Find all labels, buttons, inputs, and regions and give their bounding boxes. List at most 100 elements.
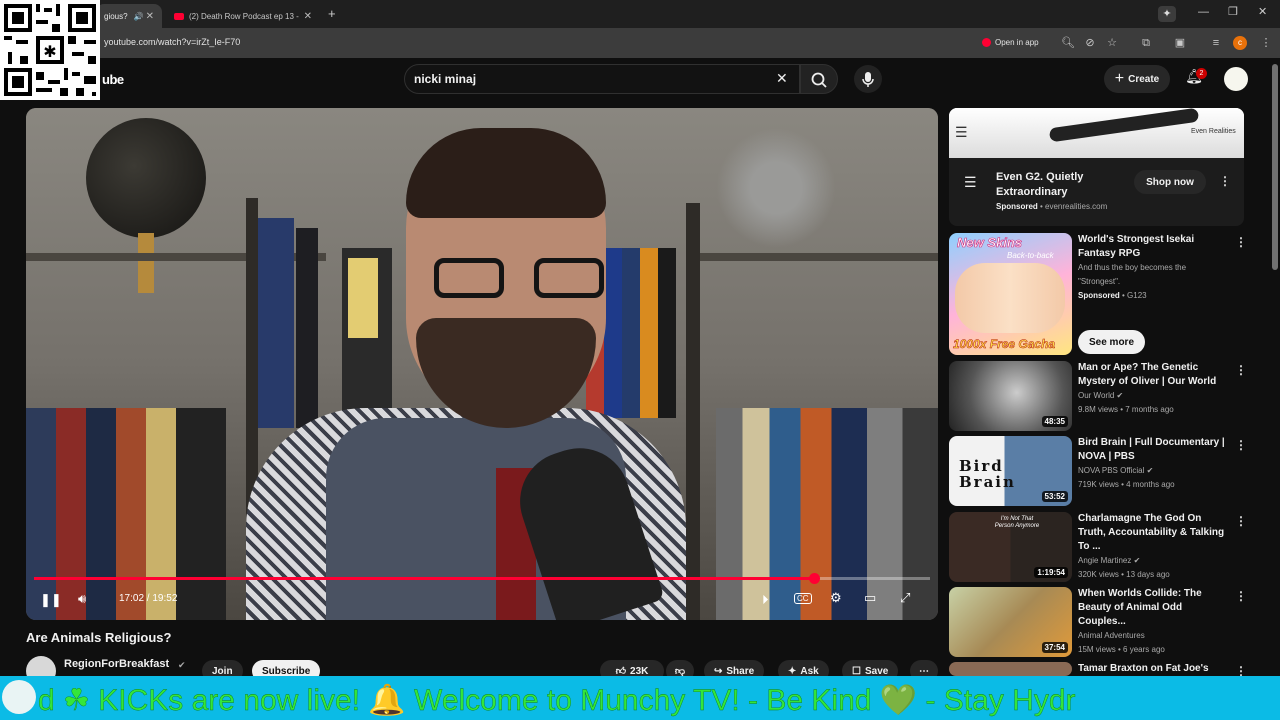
user-avatar[interactable] xyxy=(1224,67,1248,91)
sidepanel-icon[interactable]: ▣ xyxy=(1172,35,1188,51)
pause-icon[interactable]: ❚❚ xyxy=(40,592,62,608)
promo-title: World's Strongest Isekai Fantasy RPG xyxy=(1078,234,1195,259)
minimize-icon[interactable]: — xyxy=(1198,6,1209,18)
video-thumbnail: Bird Brain 53:52 xyxy=(949,436,1072,506)
see-more-button[interactable]: See more xyxy=(1078,330,1145,354)
shop-now-button[interactable]: Shop now xyxy=(1134,170,1206,194)
video-progress-bar[interactable] xyxy=(34,573,930,584)
duration-badge: 53:52 xyxy=(1041,491,1068,502)
volume-icon[interactable]: 🔊︎ xyxy=(78,591,86,607)
promo-advertiser: G123 xyxy=(1127,291,1147,300)
autoplay-toggle-icon[interactable]: ⏵ xyxy=(762,592,769,608)
list-item[interactable]: Bird Brain 53:52 Bird Brain | Full Docum… xyxy=(949,436,1249,506)
search-button[interactable] xyxy=(800,64,838,94)
glasses-right xyxy=(534,258,604,298)
video-item-meta: 15M views • 6 years ago xyxy=(1078,645,1165,654)
close-tab-icon[interactable]: ✕ xyxy=(146,11,154,22)
video-info: Man or Ape? The Genetic Mystery of Olive… xyxy=(1078,361,1230,417)
progress-scrubber[interactable] xyxy=(808,573,820,584)
media-icon[interactable]: ≡ xyxy=(1208,35,1224,51)
glasses-left xyxy=(434,258,504,298)
sparkle-icon[interactable]: ✦ xyxy=(1158,6,1176,22)
voice-search-button[interactable] xyxy=(854,65,882,93)
settings-gear-icon[interactable]: ⚙ xyxy=(830,590,842,606)
restore-icon[interactable]: ❐ xyxy=(1228,5,1238,18)
sparkle-icon: ✦ xyxy=(788,665,797,677)
promo-text: World's Strongest Isekai Fantasy RPG And… xyxy=(1078,233,1230,303)
microphone-icon xyxy=(862,72,874,87)
shelf-post xyxy=(686,203,700,620)
video-item-title: Man or Ape? The Genetic Mystery of Olive… xyxy=(1078,362,1217,387)
save-icon: ☐ xyxy=(852,665,861,677)
thumb-quote-text: I'm Not That Person Anymore xyxy=(994,516,1040,529)
open-in-app-label: Open in app xyxy=(995,38,1039,47)
duration-badge: 1:19:54 xyxy=(1034,567,1068,578)
plus-icon: + xyxy=(1114,70,1125,87)
kebab-icon[interactable]: ⋮ xyxy=(1235,589,1247,603)
thumb-title-text: Bird Brain xyxy=(959,457,1016,491)
promo-thumb-subtext: Back-to-back xyxy=(1007,251,1054,260)
video-info: Bird Brain | Full Documentary | NOVA | P… xyxy=(1078,436,1230,492)
video-item-title: Charlamagne The God On Truth, Accountabi… xyxy=(1078,513,1225,552)
captions-icon[interactable]: CC xyxy=(794,593,812,604)
youtube-favicon-icon xyxy=(174,12,184,20)
ad-logo-icon: ☰ xyxy=(964,174,977,190)
list-item[interactable]: I'm Not That Person Anymore 1:19:54 Char… xyxy=(949,512,1249,582)
sponsored-label: Sponsored xyxy=(996,202,1038,211)
promo-characters xyxy=(955,263,1065,333)
scrollbar[interactable] xyxy=(1272,64,1278,270)
channel-name[interactable]: RegionForBreakfast xyxy=(64,658,169,670)
kebab-icon[interactable]: ⋮ xyxy=(1235,514,1247,528)
video-thumbnail: I'm Not That Person Anymore 1:19:54 xyxy=(949,512,1072,582)
tab-title: (2) Death Row Podcast ep 13 - xyxy=(189,11,299,21)
youtube-logo[interactable]: ube xyxy=(102,72,124,87)
browser-tab-active[interactable]: gious? 🔊 ✕ xyxy=(96,4,162,28)
address-bar: youtube.com/watch?v=irZt_Ie-F70 🔍︎ ⊘ ☆ ⧉… xyxy=(0,28,1280,58)
globe xyxy=(86,118,206,238)
theater-mode-icon[interactable]: ▭ xyxy=(864,590,876,606)
promo-item[interactable]: New Skins Back-to-back 1000x Free Gacha … xyxy=(949,233,1249,355)
youtube-icon xyxy=(982,38,991,47)
open-in-app-button[interactable]: Open in app xyxy=(982,35,1039,50)
video-item-meta: 9.8M views • 7 months ago xyxy=(1078,405,1174,414)
globe-stand xyxy=(138,233,154,293)
ad-logo-icon: ☰ xyxy=(955,124,968,140)
browser-tab[interactable]: (2) Death Row Podcast ep 13 - ✕ xyxy=(166,4,320,28)
video-thumbnail xyxy=(949,662,1072,676)
create-button[interactable]: + Create xyxy=(1104,65,1170,93)
profile-avatar[interactable]: c xyxy=(1233,36,1247,50)
book xyxy=(296,228,318,428)
menu-kebab-icon[interactable]: ⋮ xyxy=(1258,35,1274,51)
list-item[interactable]: Tamar Braxton on Fat Joe's ⋮ xyxy=(949,662,1249,676)
plus-icon[interactable]: + xyxy=(328,6,336,21)
star-icon[interactable]: ☆ xyxy=(1104,35,1120,51)
video-title: Are Animals Religious? xyxy=(26,630,172,645)
streamer-avatar xyxy=(2,680,36,714)
duration-badge: 48:35 xyxy=(1041,416,1068,427)
svg-text:✱: ✱ xyxy=(43,42,56,61)
kebab-icon[interactable]: ⋮ xyxy=(1219,174,1231,188)
url-field[interactable]: youtube.com/watch?v=irZt_Ie-F70 xyxy=(104,37,240,47)
kebab-icon[interactable]: ⋮ xyxy=(1235,363,1247,377)
qr-code: ✱ xyxy=(0,0,100,100)
ad-title[interactable]: Even G2. Quietly Extraordinary xyxy=(996,170,1106,200)
fullscreen-icon[interactable]: ⤢ xyxy=(900,590,910,606)
sponsored-label: Sponsored xyxy=(1078,291,1120,300)
shelf xyxy=(700,253,938,261)
close-window-icon[interactable]: ✕ xyxy=(1258,5,1267,18)
eye-off-icon[interactable]: ⊘ xyxy=(1082,35,1098,51)
video-player[interactable] xyxy=(26,108,938,620)
kebab-icon[interactable]: ⋮ xyxy=(1235,235,1247,249)
duration-badge: 37:54 xyxy=(1041,642,1068,653)
list-item[interactable]: 48:35 Man or Ape? The Genetic Mystery of… xyxy=(949,361,1249,431)
video-item-meta: 320K views • 13 days ago xyxy=(1078,570,1170,579)
like-count: 23K xyxy=(630,665,649,677)
zoom-icon[interactable]: 🔍︎ xyxy=(1060,35,1076,51)
close-tab-icon[interactable]: ✕ xyxy=(304,11,312,22)
video-thumbnail: 48:35 xyxy=(949,361,1072,431)
extensions-icon[interactable]: ⧉ xyxy=(1138,35,1154,51)
clear-search-icon[interactable]: ✕ xyxy=(776,70,788,87)
kebab-icon[interactable]: ⋮ xyxy=(1235,438,1247,452)
kebab-icon[interactable]: ⋮ xyxy=(1235,664,1247,676)
list-item[interactable]: 37:54 When Worlds Collide: The Beauty of… xyxy=(949,587,1249,657)
